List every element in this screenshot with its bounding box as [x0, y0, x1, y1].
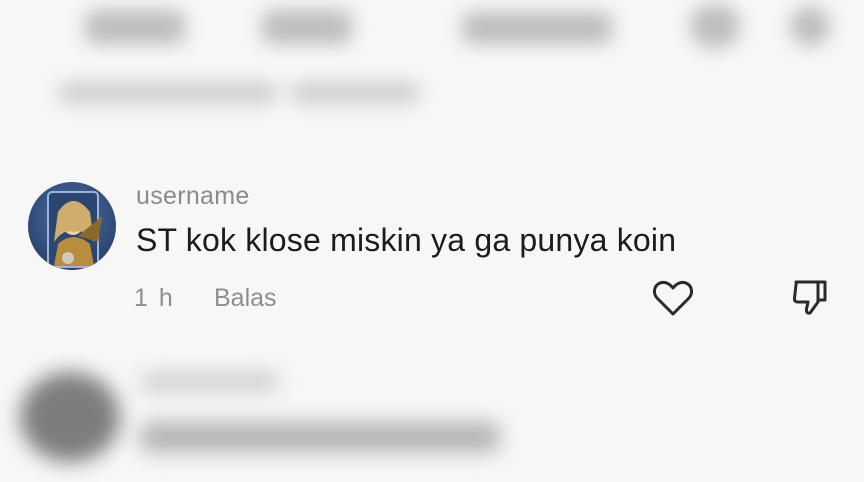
comments-screen: username ST kok klose miskin ya ga punya… — [0, 0, 864, 482]
dislike-button[interactable] — [790, 277, 830, 317]
thumbs-down-icon — [792, 280, 827, 315]
comment-timestamp: 1 h — [134, 284, 175, 312]
like-button[interactable] — [652, 279, 694, 317]
blurred-next-comment — [0, 350, 864, 482]
blurred-previous-comment — [0, 0, 864, 135]
comment-item: username ST kok klose miskin ya ga punya… — [28, 180, 848, 320]
avatar[interactable] — [28, 182, 116, 270]
heart-icon — [653, 280, 693, 316]
reply-button[interactable]: Balas — [214, 284, 277, 313]
comment-text: ST kok klose miskin ya ga punya koin — [136, 222, 677, 258]
avatar-image — [47, 191, 102, 268]
comment-username[interactable]: username — [136, 182, 250, 211]
